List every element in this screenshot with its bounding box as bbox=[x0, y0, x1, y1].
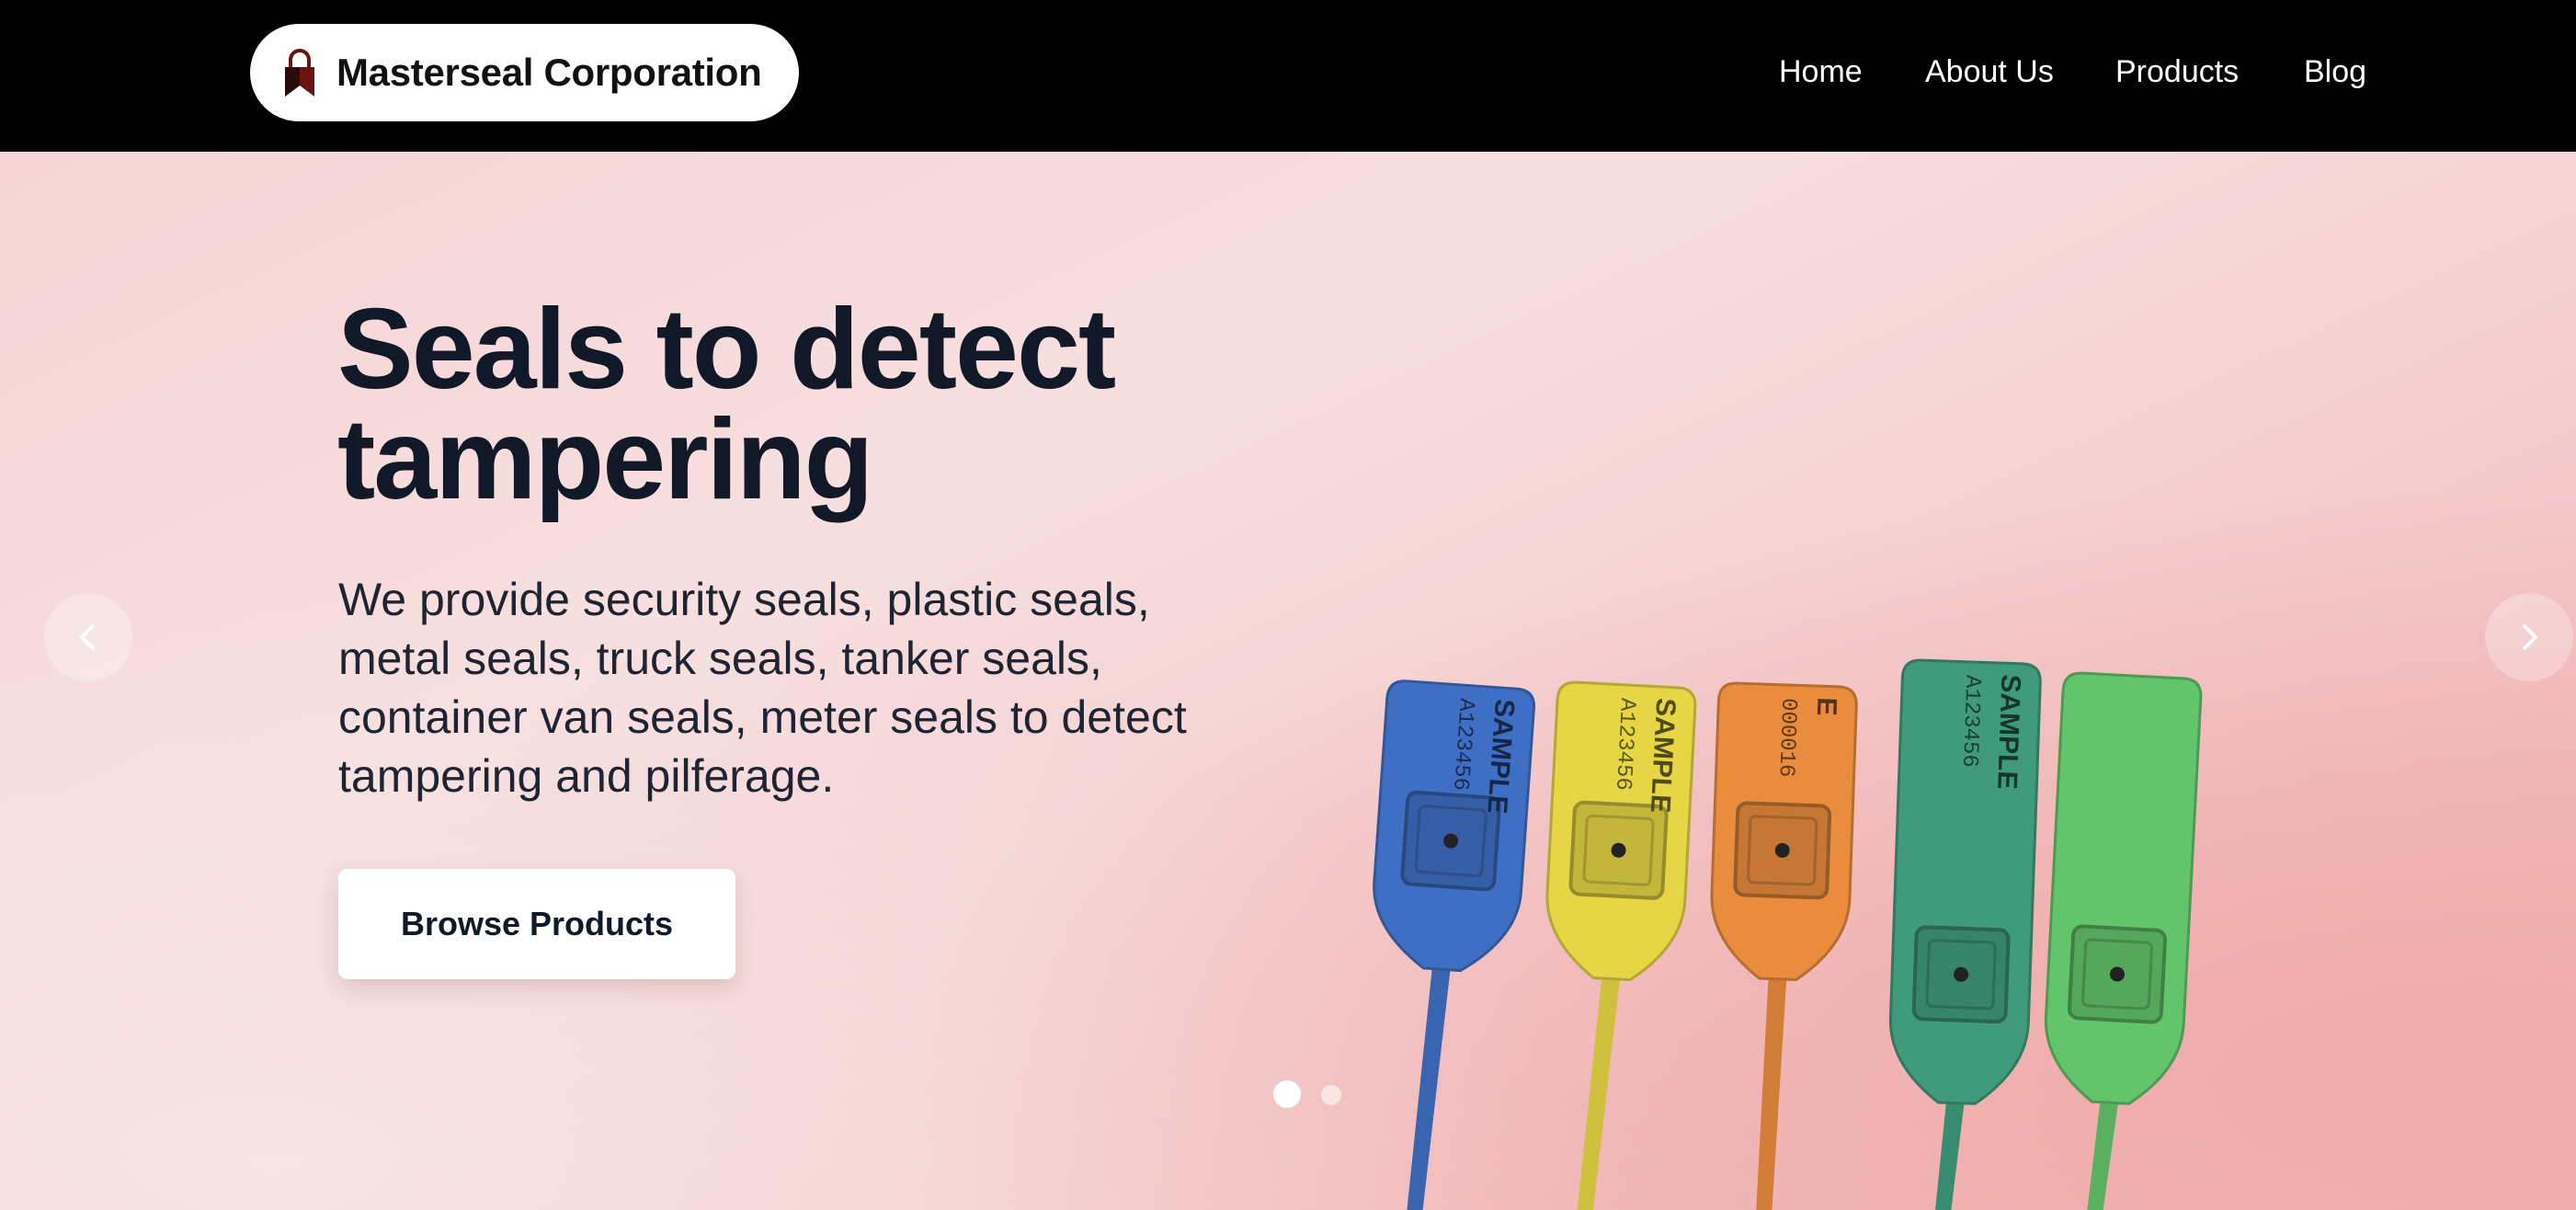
carousel-next-button[interactable] bbox=[2485, 593, 2573, 681]
seal-3: E 000016 bbox=[1710, 681, 1858, 1210]
seal-serial-text: A123456 bbox=[1610, 697, 1639, 791]
security-seals-image: SAMPLEA123456 SAMPLEA123456 E000016 SAMPLEA… bbox=[1373, 658, 2203, 1210]
nav-home[interactable]: Home bbox=[1779, 48, 1863, 96]
seal-serial-text: A123456 bbox=[1956, 675, 1985, 769]
seal-1: SAMPLEA123456 bbox=[1373, 679, 1535, 1210]
nav-blog[interactable]: Blog bbox=[2304, 48, 2366, 96]
seal-serial-text: 000016 bbox=[1773, 698, 1801, 778]
seal-4: SAMPLEA123456 bbox=[1888, 658, 2042, 1210]
seal-strap bbox=[1406, 950, 1453, 1210]
nav-products[interactable]: Products bbox=[2115, 48, 2239, 96]
seal-2: SAMPLEA123456 bbox=[1545, 680, 1697, 1210]
seal-print-text: SAMPLE bbox=[1645, 697, 1681, 814]
hero-headline: Seals to detect tampering bbox=[337, 286, 1116, 523]
seal-print-text: SAMPLE bbox=[1991, 674, 2025, 790]
top-navbar: Masterseal Corporation Home About Us Pro… bbox=[0, 0, 2576, 152]
seal-print-text: E bbox=[1811, 697, 1842, 716]
carousel-dot-1[interactable] bbox=[1273, 1080, 1301, 1108]
chevron-right-icon bbox=[2523, 624, 2537, 650]
chevron-left-icon bbox=[80, 624, 95, 650]
seal-strap bbox=[1755, 960, 1788, 1210]
carousel-dot-2[interactable] bbox=[1321, 1085, 1341, 1105]
hero-description: We provide security seals, plastic seals… bbox=[338, 574, 1187, 802]
nav-about-us[interactable]: About Us bbox=[1925, 48, 2054, 96]
carousel-indicators bbox=[1273, 1080, 1347, 1108]
browse-products-button[interactable]: Browse Products bbox=[338, 869, 735, 979]
main-nav: Home About Us Products Blog bbox=[0, 48, 2576, 103]
seal-strap bbox=[1576, 960, 1623, 1210]
seal-5 bbox=[2044, 671, 2203, 1210]
carousel-prev-button[interactable] bbox=[44, 593, 132, 681]
seal-body bbox=[2044, 671, 2203, 1105]
hero-carousel: Seals to detect tampering We provide sec… bbox=[0, 152, 2576, 1210]
